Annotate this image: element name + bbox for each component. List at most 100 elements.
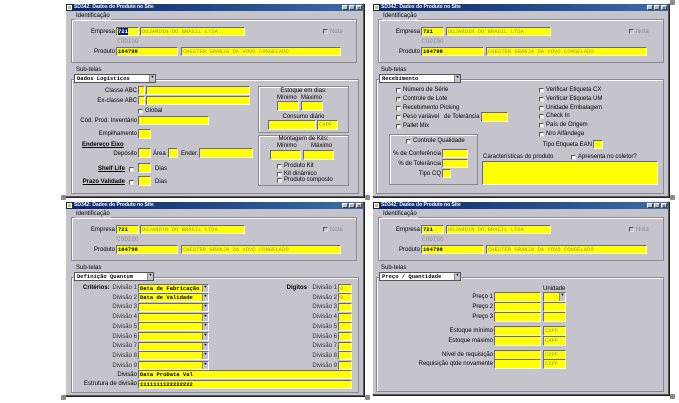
chevron-down-icon[interactable]: ▼ xyxy=(454,273,460,280)
close-button[interactable]: × xyxy=(661,5,667,10)
resize-handle[interactable] xyxy=(61,395,66,400)
shelf-life-field[interactable] xyxy=(138,163,151,173)
minimize-button[interactable]: _ xyxy=(342,5,348,10)
digitos-divisao-field[interactable] xyxy=(338,332,352,341)
minimize-button[interactable]: _ xyxy=(342,203,348,208)
criterio-divisao-select[interactable]: ▼ xyxy=(138,351,209,361)
pct-tolerancia-field[interactable] xyxy=(442,159,468,168)
chevron-down-icon[interactable]: ▼ xyxy=(149,75,155,82)
cod-prod-inventario-field[interactable] xyxy=(138,116,209,125)
maximize-button[interactable]: □ xyxy=(654,203,660,208)
chevron-down-icon[interactable]: ▼ xyxy=(559,293,565,301)
resize-handle[interactable] xyxy=(670,0,675,5)
apresenta-coletor-checkbox[interactable] xyxy=(571,155,576,160)
chevron-down-icon[interactable]: ▼ xyxy=(202,284,208,292)
ex-classe-abc-desc-field[interactable] xyxy=(146,96,250,105)
produto-code-field[interactable]: 164798 xyxy=(116,245,178,254)
resize-handle[interactable] xyxy=(670,394,675,399)
chevron-down-icon[interactable]: ▼ xyxy=(202,352,208,360)
empresa-code-field[interactable]: 721 xyxy=(421,27,444,36)
criterio-divisao-select[interactable]: ▼ xyxy=(138,332,209,341)
unidade-embalagem-checkbox[interactable] xyxy=(539,106,544,111)
recebimento-picking-checkbox[interactable] xyxy=(396,106,401,111)
controle-qualidade-checkbox[interactable] xyxy=(406,139,411,144)
title-bar[interactable]: SD342: Dados do Produto no Site _ □ × xyxy=(66,4,363,11)
close-button[interactable]: × xyxy=(356,203,362,208)
title-bar[interactable]: SD342: Dados do Produto no Site _ □ × xyxy=(66,202,363,209)
chevron-down-icon[interactable]: ▼ xyxy=(202,362,208,370)
estoque-maximo-field[interactable] xyxy=(301,101,323,111)
maximize-button[interactable]: □ xyxy=(349,203,355,208)
peso-variavel-checkbox[interactable] xyxy=(396,115,401,120)
chevron-down-icon[interactable]: ▼ xyxy=(202,313,208,321)
chevron-down-icon[interactable]: ▼ xyxy=(147,273,153,280)
pais-origem-checkbox[interactable] xyxy=(539,123,544,128)
criterio-divisao-select[interactable]: ▼ xyxy=(138,341,209,351)
digitos-divisao-field[interactable] xyxy=(338,361,352,371)
digitos-divisao-field[interactable] xyxy=(338,302,352,312)
nro-alfandega-checkbox[interactable] xyxy=(539,132,544,137)
subtela-select[interactable]: Dados Logísticos ▼ xyxy=(74,74,156,83)
criterio-divisao-select[interactable]: ▼ xyxy=(138,322,209,332)
de-tolerancia-field[interactable] xyxy=(481,112,508,122)
check-in-checkbox[interactable] xyxy=(539,114,544,119)
verificar-etiqueta-cx-checkbox[interactable] xyxy=(539,88,544,93)
digitos-divisao-field[interactable] xyxy=(338,341,352,351)
digitos-divisao-field[interactable]: 0 xyxy=(338,293,352,303)
caracteristicas-textarea[interactable] xyxy=(482,161,658,185)
produto-kit-checkbox[interactable] xyxy=(277,164,282,169)
ex-classe-abc-field[interactable] xyxy=(138,96,145,105)
subtela-select[interactable]: Preço / Quantidade ▼ xyxy=(379,272,461,281)
requisicao-novamente-field[interactable] xyxy=(494,359,541,369)
estoque-maximo-field[interactable] xyxy=(494,336,541,346)
resize-handle[interactable] xyxy=(61,195,66,200)
produto-code-field[interactable]: 164798 xyxy=(421,245,484,254)
digitos-divisao-field[interactable] xyxy=(338,351,352,361)
produto-composto-checkbox[interactable] xyxy=(277,178,282,183)
unidade2-field[interactable] xyxy=(543,302,566,312)
title-bar[interactable]: SD342: Dados do Produto no Site _ □ × xyxy=(373,202,668,209)
divisao-field[interactable]: Data ProData Val xyxy=(138,370,352,379)
prazo-validade-field[interactable] xyxy=(138,176,151,186)
classe-abc-field[interactable] xyxy=(138,86,145,95)
criterio-divisao-select[interactable]: ▼ xyxy=(138,312,209,322)
empresa-code-field[interactable]: 721 xyxy=(421,225,444,234)
ender-field[interactable] xyxy=(199,148,253,158)
title-bar[interactable]: SD342: Dados do Produto no Site _ □ × xyxy=(373,4,668,11)
chevron-down-icon[interactable]: ▼ xyxy=(202,294,208,302)
chevron-down-icon[interactable]: ▼ xyxy=(202,342,208,350)
produto-code-field[interactable]: 164798 xyxy=(116,47,178,56)
maximize-button[interactable]: □ xyxy=(654,5,660,10)
criterio-divisao-select[interactable]: Data de Fabricação ▼ xyxy=(138,283,209,293)
resize-handle[interactable] xyxy=(365,395,370,400)
classe-abc-desc-field[interactable] xyxy=(146,86,250,95)
minimize-button[interactable]: _ xyxy=(647,5,653,10)
close-button[interactable]: × xyxy=(356,5,362,10)
criterio-divisao-select[interactable]: ▼ xyxy=(138,361,209,371)
subtela-select[interactable]: Recebimento ▼ xyxy=(379,74,461,83)
digitos-divisao-field[interactable] xyxy=(338,322,352,332)
prazo-validade-checkbox[interactable] xyxy=(129,180,134,185)
digitos-divisao-field[interactable] xyxy=(338,312,352,322)
global-checkbox[interactable] xyxy=(138,109,143,114)
produto-code-field[interactable]: 164798 xyxy=(421,47,484,56)
unidade-select[interactable]: ▼ xyxy=(543,292,566,302)
kits-maximo-field[interactable] xyxy=(303,150,334,160)
resize-handle[interactable] xyxy=(670,195,675,200)
minimize-button[interactable]: _ xyxy=(647,203,653,208)
chevron-down-icon[interactable]: ▼ xyxy=(202,323,208,331)
verificar-etiqueta-um-checkbox[interactable] xyxy=(539,97,544,102)
preco3-field[interactable] xyxy=(494,312,541,322)
resize-handle[interactable] xyxy=(365,195,370,200)
pct-conferencia-field[interactable] xyxy=(442,149,468,158)
estrutura-divisao-field[interactable]: 1111111122222222 xyxy=(138,380,352,389)
estoque-minimo-field[interactable] xyxy=(277,101,299,111)
estoque-minimo-field[interactable] xyxy=(494,326,541,336)
tipo-etiqueta-ean-field[interactable] xyxy=(593,140,603,149)
subtela-select[interactable]: Definição Quantum ▼ xyxy=(74,272,154,281)
kit-dinamico-checkbox[interactable] xyxy=(277,172,282,177)
criterio-divisao-select[interactable]: Data de Validade ▼ xyxy=(138,293,209,303)
tipo-cq-field[interactable] xyxy=(442,169,451,178)
empresa-code-field[interactable]: 721 xyxy=(116,225,139,234)
pallet-mix-checkbox[interactable] xyxy=(396,124,401,129)
